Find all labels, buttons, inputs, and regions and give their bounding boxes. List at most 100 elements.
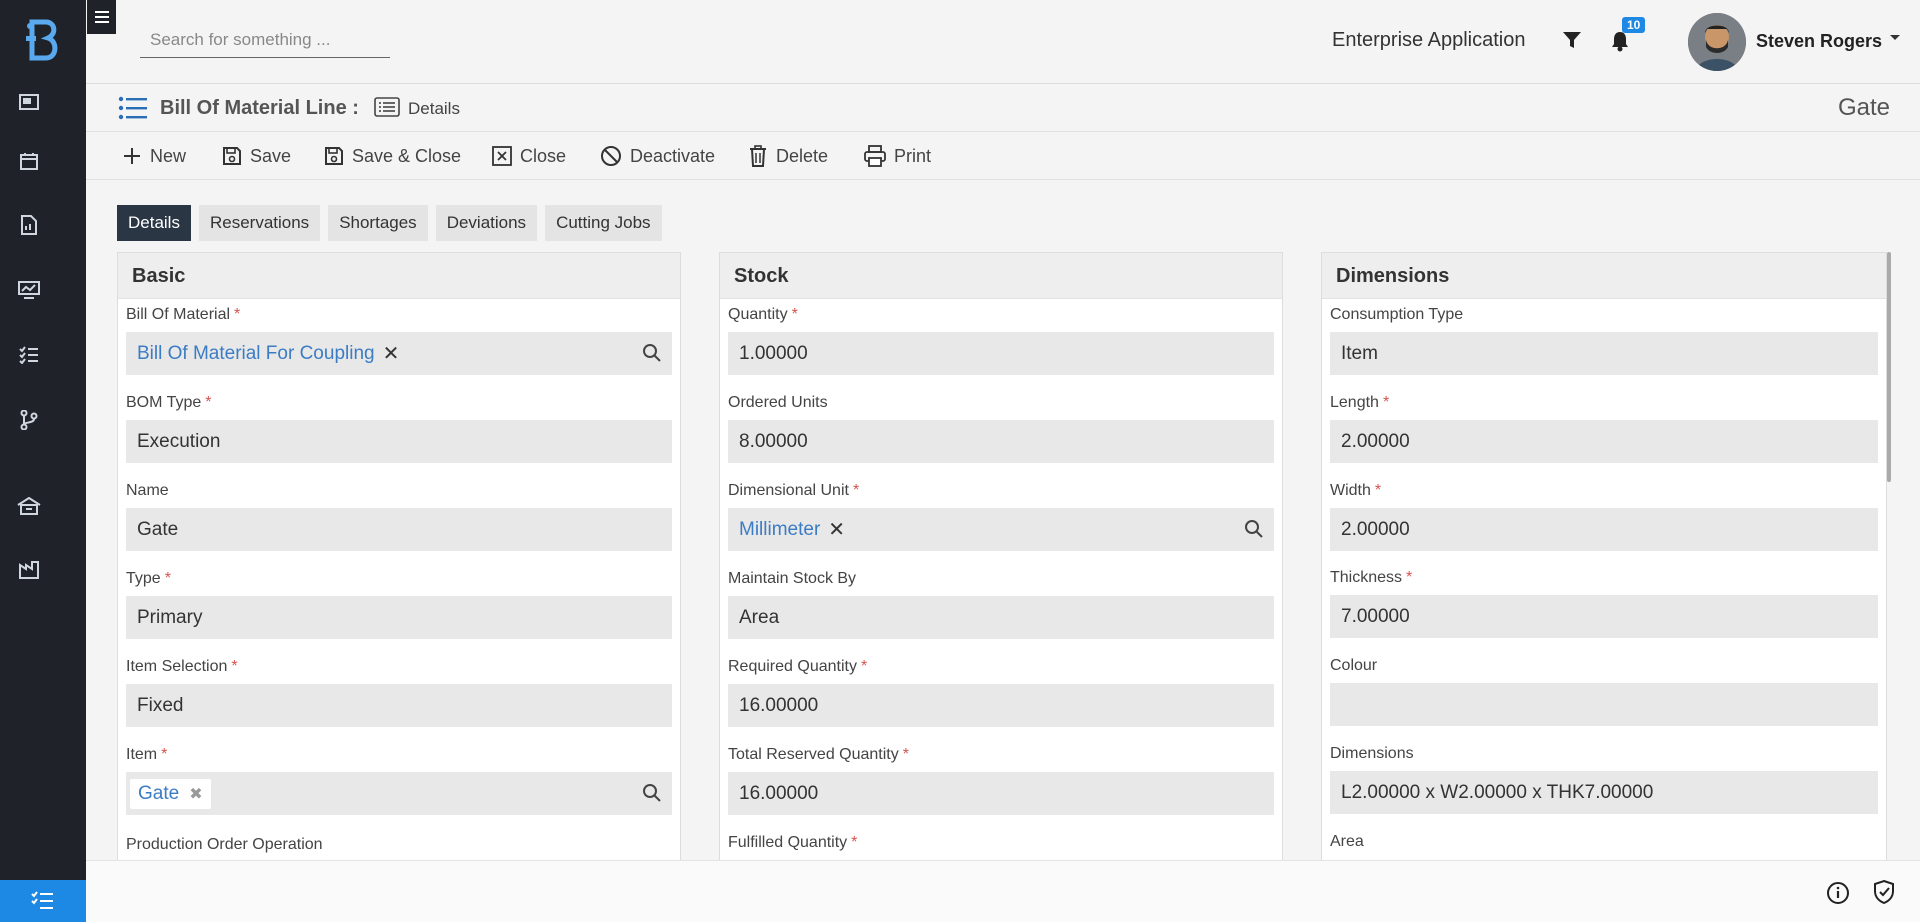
shield-check-icon[interactable] [1872,879,1896,905]
chevron-down-icon[interactable] [1889,34,1901,42]
production-order-operation-label: Production Order Operation [126,836,323,853]
tab-cutting-jobs[interactable]: Cutting Jobs [545,205,662,241]
bill-of-material-lookup[interactable]: Bill Of Material For Coupling ✕ [126,332,672,375]
avatar[interactable] [1688,13,1746,71]
basic-panel-title: Basic [118,253,680,299]
app-name: Enterprise Application [1332,29,1526,51]
type-label: Type [126,570,161,587]
required-marker: * [851,834,858,851]
required-marker: * [791,306,798,323]
new-label: New [150,145,187,166]
bill-of-material-field: Bill Of Material * Bill Of Material For C… [126,306,672,375]
area-label: Area [1330,833,1364,850]
quantity-label: Quantity [728,306,788,323]
item-lookup[interactable]: Gate ✖ [126,772,672,815]
ordered-units-field: Ordered Units 8.00000 [728,394,1274,463]
left-rail [0,0,86,922]
deactivate-button[interactable]: Deactivate [600,142,715,170]
tab-bar: Details Reservations Shortages Deviation… [117,205,662,241]
warehouse-icon[interactable] [15,492,43,520]
user-name[interactable]: Steven Rogers [1756,31,1882,52]
thickness-input[interactable]: 7.00000 [1330,595,1878,638]
search-icon[interactable] [1244,519,1264,539]
width-input[interactable]: 2.00000 [1330,508,1878,551]
close-box-icon [492,146,512,166]
menu-toggle-button[interactable] [87,0,116,34]
hamburger-icon [94,11,109,23]
quantity-input[interactable]: 1.00000 [728,332,1274,375]
required-marker: * [161,746,168,763]
report-icon[interactable] [15,211,43,239]
save-close-label: Save & Close [352,145,462,166]
required-quantity-input[interactable]: 16.00000 [728,684,1274,727]
clear-icon[interactable]: ✕ [828,517,845,542]
info-icon[interactable] [1826,881,1850,905]
details-icon [374,97,400,117]
app-logo-icon[interactable] [24,18,64,64]
new-button[interactable]: New [122,142,186,170]
save-close-button[interactable]: Save & Close [324,142,461,170]
search-icon[interactable] [642,783,662,803]
task-list-button[interactable] [0,880,86,922]
colour-input[interactable] [1330,683,1878,726]
tab-deviations[interactable]: Deviations [435,205,538,241]
dashboard-icon[interactable] [15,88,43,116]
remove-chip-icon[interactable]: ✖ [189,784,202,804]
scrollbar[interactable] [1887,252,1891,482]
dimensional-unit-link[interactable]: Millimeter [739,519,820,541]
maintain-stock-by-label: Maintain Stock By [728,570,857,587]
colour-field: Colour [1330,657,1878,726]
maintain-stock-by-select[interactable]: Area [728,596,1274,639]
print-button[interactable]: Print [864,142,931,170]
factory-icon[interactable] [15,556,43,584]
action-toolbar: New Save Save & Close Close Deactivate D… [86,132,1920,180]
search-icon[interactable] [642,343,662,363]
length-field: Length * 2.00000 [1330,394,1878,463]
save-icon [325,147,343,165]
clear-icon[interactable]: ✕ [383,341,400,366]
tab-details[interactable]: Details [117,205,191,241]
breadcrumb-section: Details [408,99,460,118]
total-reserved-quantity-input[interactable]: 16.00000 [728,772,1274,815]
close-button[interactable]: Close [492,142,566,170]
name-input[interactable]: Gate [126,508,672,551]
print-label: Print [894,145,932,166]
consumption-type-select[interactable]: Item [1330,332,1878,375]
bell-icon[interactable] [1610,30,1630,52]
bill-of-material-link[interactable]: Bill Of Material For Coupling [137,343,375,365]
colour-label: Colour [1330,657,1378,674]
required-marker: * [902,746,909,763]
save-icon [223,147,241,165]
required-marker: * [1374,482,1382,499]
analytics-icon[interactable] [15,276,43,304]
filter-icon[interactable] [1562,30,1582,50]
length-input[interactable]: 2.00000 [1330,420,1878,463]
save-button[interactable]: Save [222,142,291,170]
width-field: Width * 2.00000 [1330,482,1878,551]
calendar-icon[interactable] [15,147,43,175]
delete-button[interactable]: Delete [748,142,828,170]
dimensions-input[interactable]: L2.00000 x W2.00000 x THK7.00000 [1330,771,1878,814]
total-reserved-quantity-label: Total Reserved Quantity [728,746,899,763]
item-chip[interactable]: Gate ✖ [130,778,211,809]
item-chip-label: Gate [138,782,180,804]
search-input[interactable] [140,22,390,58]
tab-shortages[interactable]: Shortages [328,205,428,241]
required-marker: * [860,658,868,675]
bom-type-select[interactable]: Execution [126,420,672,463]
name-field: Name Gate [126,482,672,551]
required-marker: * [205,394,212,411]
item-selection-select[interactable]: Fixed [126,684,672,727]
tab-reservations[interactable]: Reservations [198,205,321,241]
dimensional-unit-lookup[interactable]: Millimeter ✕ [728,508,1274,551]
save-label: Save [250,145,292,166]
type-select[interactable]: Primary [126,596,672,639]
dimensional-unit-field: Dimensional Unit * Millimeter ✕ [728,482,1274,551]
ordered-units-input[interactable]: 8.00000 [728,420,1274,463]
branch-icon[interactable] [15,406,43,434]
fulfilled-quantity-label: Fulfilled Quantity [728,834,848,851]
checklist-icon[interactable] [15,341,43,369]
list-icon[interactable] [118,96,148,120]
required-marker: * [164,570,171,587]
item-selection-label: Item Selection [126,658,228,675]
